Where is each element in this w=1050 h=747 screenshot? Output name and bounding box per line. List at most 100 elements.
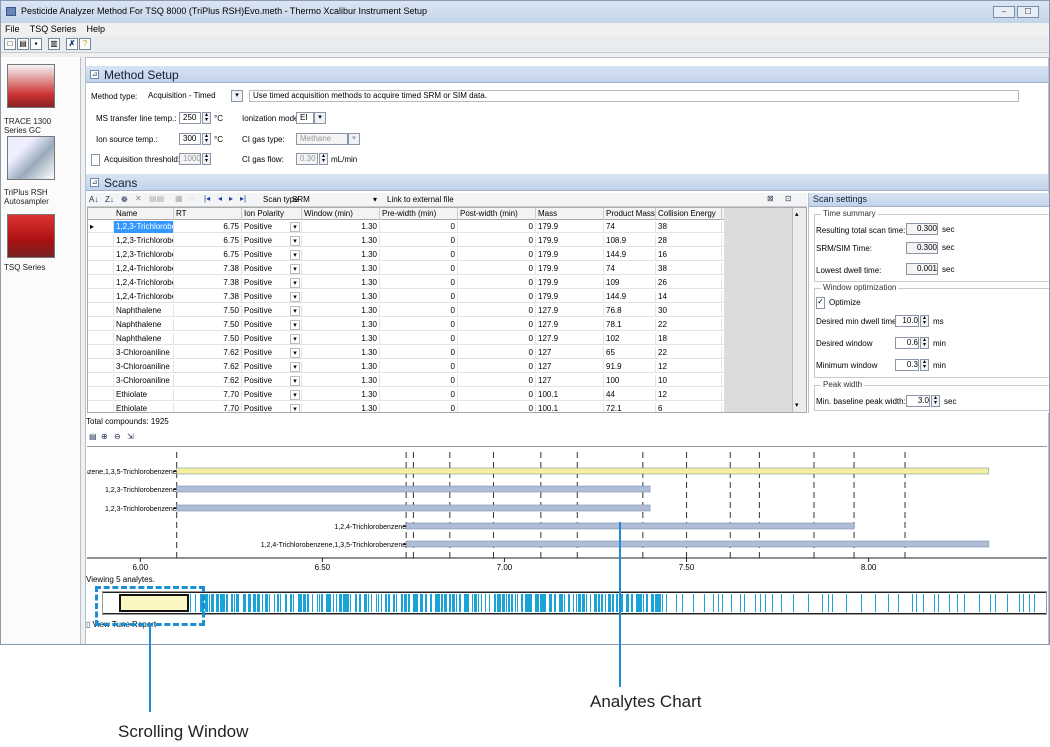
table-cell[interactable]: 6.75 — [174, 221, 242, 233]
table-cell[interactable]: 12 — [656, 389, 722, 401]
chevron-down-icon[interactable]: ▾ — [348, 133, 360, 145]
min-baseline-input[interactable]: 3.0 — [906, 395, 930, 407]
table-cell[interactable]: 127.9 — [536, 333, 604, 345]
last-record-icon[interactable]: ▸| — [240, 194, 246, 203]
table-cell[interactable]: 0 — [458, 361, 536, 373]
table-cell[interactable]: 6.75 — [174, 235, 242, 247]
table-row[interactable]: 1,2,4-Trichlorobe...7.38Positive▾1.30001… — [88, 263, 724, 275]
table-cell[interactable]: 0 — [380, 375, 458, 387]
minimize-button[interactable]: – — [993, 6, 1015, 18]
table-cell[interactable]: 179.9 — [536, 263, 604, 275]
table-cell[interactable]: 0 — [458, 347, 536, 359]
table-cell[interactable]: 127 — [536, 375, 604, 387]
table-cell[interactable]: 179.9 — [536, 249, 604, 261]
table-cell[interactable]: 0 — [380, 277, 458, 289]
table-cell[interactable]: Naphthalene — [114, 305, 174, 317]
ci-gas-type-select[interactable]: Methane — [296, 133, 348, 145]
table-cell[interactable]: 1.30 — [302, 361, 380, 373]
table-cell[interactable]: 127 — [536, 361, 604, 373]
chevron-down-icon[interactable]: ▾ — [290, 278, 300, 288]
chevron-down-icon[interactable]: ▾ — [373, 195, 377, 204]
table-cell[interactable]: 0 — [458, 333, 536, 345]
table-cell[interactable]: 1.30 — [302, 249, 380, 261]
optimize-checkbox[interactable]: ✓ — [816, 297, 825, 309]
column-header[interactable]: Collision Energy — [656, 208, 722, 220]
table-cell[interactable]: 0 — [380, 221, 458, 233]
table-cell[interactable]: 179.9 — [536, 291, 604, 303]
table-cell[interactable]: 0 — [458, 305, 536, 317]
table-cell[interactable]: 0 — [458, 403, 536, 412]
row-indicator[interactable] — [88, 305, 114, 317]
help-icon[interactable]: ? — [79, 38, 91, 50]
table-cell[interactable]: 0 — [380, 291, 458, 303]
table-cell[interactable]: 7.70 — [174, 403, 242, 412]
collapse-icon[interactable]: ⊿ — [90, 178, 99, 187]
table-cell[interactable]: 76.8 — [604, 305, 656, 317]
table-cell[interactable]: 1.30 — [302, 375, 380, 387]
table-cell[interactable]: 0 — [380, 305, 458, 317]
chevron-down-icon[interactable]: ▾ — [290, 292, 300, 302]
table-cell[interactable]: 16 — [656, 249, 722, 261]
table-cell[interactable]: 22 — [656, 319, 722, 331]
table-cell[interactable]: 7.38 — [174, 291, 242, 303]
scroll-down-icon[interactable]: ▾ — [795, 401, 799, 409]
sort-ascending-icon[interactable]: A↓ — [89, 195, 98, 204]
table-cell[interactable]: 1,2,3-Trichlorobe... — [114, 249, 174, 261]
table-cell[interactable]: 7.62 — [174, 347, 242, 359]
table-cell[interactable]: 144.9 — [604, 291, 656, 303]
chevron-down-icon[interactable]: ▾ — [290, 264, 300, 274]
table-cell[interactable]: 179.9 — [536, 235, 604, 247]
analyte-bar[interactable] — [176, 485, 651, 493]
row-indicator[interactable] — [88, 263, 114, 275]
maximize-button[interactable]: ☐ — [1017, 6, 1039, 18]
export-icon[interactable]: ⇲ — [127, 432, 134, 441]
chevron-down-icon[interactable]: ▾ — [290, 334, 300, 344]
table-cell[interactable]: 0 — [380, 347, 458, 359]
column-header[interactable]: Pre-width (min) — [380, 208, 458, 220]
table-cell[interactable]: 0 — [380, 333, 458, 345]
analyte-bar[interactable] — [176, 504, 651, 512]
refresh-icon[interactable]: ◌ — [189, 194, 194, 203]
table-cell[interactable]: 22 — [656, 347, 722, 359]
settings-toggle-icon[interactable]: ⊡ — [785, 194, 792, 203]
ms-transfer-input[interactable]: 250 — [179, 112, 201, 124]
chevron-down-icon[interactable]: ▾ — [290, 404, 300, 412]
chevron-down-icon[interactable]: ▾ — [290, 320, 300, 330]
acq-threshold-checkbox[interactable] — [91, 154, 100, 166]
zoom-out-icon[interactable]: ⊖ — [114, 432, 121, 441]
table-cell[interactable]: 0 — [458, 263, 536, 275]
table-cell[interactable]: 1.30 — [302, 403, 380, 412]
minimum-window-input[interactable]: 0.3 — [895, 359, 919, 371]
table-cell[interactable]: 1.30 — [302, 389, 380, 401]
table-cell[interactable]: 0 — [458, 319, 536, 331]
scan-type-select[interactable]: SRM — [292, 195, 310, 204]
table-cell[interactable]: Naphthalene — [114, 319, 174, 331]
chevron-down-icon[interactable]: ▾ — [290, 306, 300, 316]
scroll-up-icon[interactable]: ▴ — [795, 210, 799, 218]
paste-icon[interactable]: ▦ — [175, 194, 183, 203]
zoom-in-icon[interactable]: ⊕ — [101, 432, 108, 441]
table-row[interactable]: Naphthalene 7.50 Positive ▾ 1.30 0 0 127.9 102 18 — [88, 333, 724, 345]
table-row[interactable]: Ethiolate 7.70 Positive ▾ 1.30 0 0 100.1 44 12 — [88, 389, 724, 401]
column-header[interactable]: RT — [174, 208, 242, 220]
table-cell[interactable]: 0 — [380, 319, 458, 331]
chevron-down-icon[interactable]: ▾ — [290, 348, 300, 358]
row-indicator[interactable] — [88, 361, 114, 373]
ion-source-input[interactable]: 300 — [179, 133, 201, 145]
table-cell[interactable]: Ethiolate — [114, 389, 174, 401]
table-cell[interactable]: 0 — [458, 291, 536, 303]
table-cell[interactable]: 1.30 — [302, 277, 380, 289]
table-cell[interactable]: 0 — [380, 361, 458, 373]
desired-window-stepper[interactable]: ▴ ▾ — [920, 337, 929, 349]
table-row[interactable]: 1,2,4-Trichlorobe...7.38Positive▾1.30001… — [88, 291, 724, 303]
copy-icon[interactable]: ▤▤ — [149, 194, 164, 203]
table-row[interactable]: Ethiolate 7.70 Positive ▾ 1.30 0 0 100.1 72.1 6 — [88, 403, 724, 412]
table-cell[interactable]: 7.38 — [174, 277, 242, 289]
table-row[interactable]: 3-Chloroaniline 7.62 Positive ▾ 1.30 0 0 127 65 2… — [88, 347, 724, 359]
desired-min-dwell-input[interactable]: 10.0 — [895, 315, 919, 327]
table-cell[interactable]: 0 — [458, 235, 536, 247]
analyte-bar[interactable] — [405, 540, 990, 548]
table-cell[interactable]: 91.9 — [604, 361, 656, 373]
chevron-down-icon[interactable]: ▾ — [290, 376, 300, 386]
table-cell[interactable]: 1.30 — [302, 235, 380, 247]
